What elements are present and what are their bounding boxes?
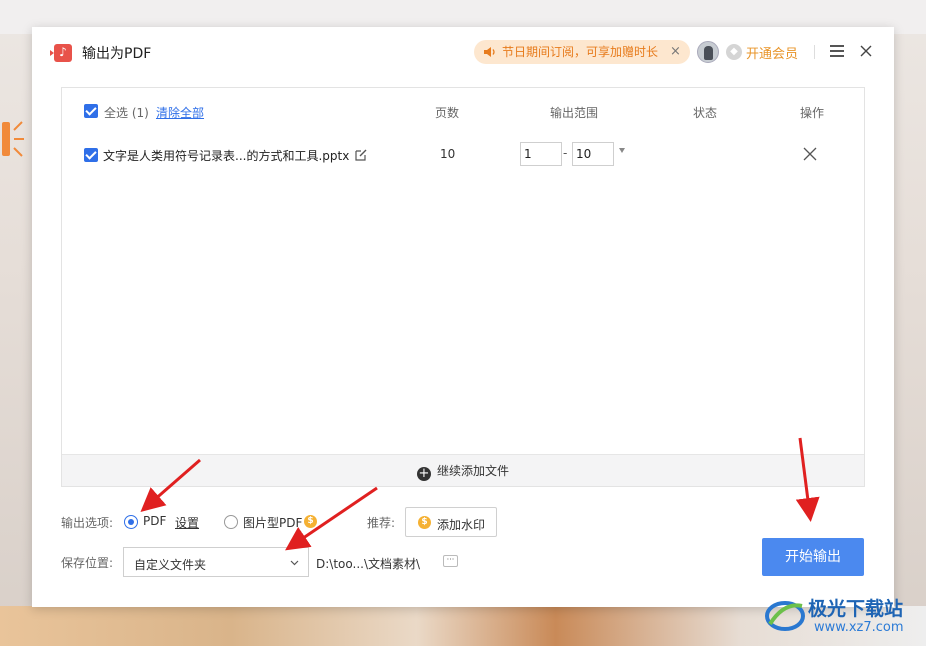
start-export-button[interactable]: 开始输出	[762, 538, 864, 576]
save-location-select[interactable]: 自定义文件夹	[123, 547, 309, 577]
title-bar: ♪ 输出为PDF 节日期间订阅，可享加赠时长 × ◆ 开通会员	[32, 27, 894, 77]
save-location-label: 保存位置:	[61, 556, 114, 570]
add-more-files-label: 继续添加文件	[436, 464, 509, 478]
select-all-label: 全选 (1)	[104, 106, 149, 120]
dialog-title: 输出为PDF	[82, 46, 152, 62]
recommend-label: 推荐:	[367, 516, 396, 530]
file-pages: 10	[440, 147, 456, 161]
save-path: D:\too...\文档素材\	[316, 557, 421, 571]
aurora-logo-icon	[765, 601, 805, 631]
column-action: 操作	[800, 106, 825, 120]
megaphone-icon	[2, 121, 24, 157]
output-options-label: 输出选项:	[61, 516, 114, 530]
image-pdf-option-label[interactable]: 图片型PDF	[243, 514, 302, 531]
promo-close-icon[interactable]: ×	[670, 40, 681, 64]
image-pdf-radio[interactable]	[224, 515, 238, 529]
file-name: 文字是人类用符号记录表...的方式和工具.pptx	[103, 149, 350, 163]
remove-file-icon[interactable]	[803, 147, 817, 161]
range-dropdown-icon[interactable]	[619, 148, 625, 153]
add-more-files-button[interactable]: + 继续添加文件	[62, 454, 864, 486]
range-dash: -	[563, 146, 568, 160]
select-all-checkbox[interactable]	[84, 104, 98, 118]
vip-diamond-icon[interactable]: ◆	[726, 44, 742, 60]
clear-all-link[interactable]: 清除全部	[156, 104, 204, 121]
file-checkbox[interactable]	[84, 148, 98, 162]
edit-icon[interactable]	[354, 148, 368, 162]
add-watermark-button[interactable]: $ 添加水印	[405, 507, 497, 537]
coin-icon: $	[304, 515, 317, 528]
watermark-name: 极光下载站	[808, 598, 904, 620]
open-vip-link[interactable]: 开通会员	[746, 43, 798, 62]
save-location-value: 自定义文件夹	[134, 558, 207, 572]
range-to-input[interactable]: 10	[572, 142, 614, 166]
export-pdf-dialog: ♪ 输出为PDF 节日期间订阅，可享加赠时长 × ◆ 开通会员 全选 (1) 清…	[32, 27, 894, 607]
file-list-header: 全选 (1) 清除全部 页数 输出范围 状态 操作	[62, 88, 864, 132]
site-watermark: 极光下载站 www.xz7.com	[760, 592, 920, 642]
column-status: 状态	[693, 106, 718, 120]
speaker-icon	[484, 47, 495, 57]
file-list-panel: 全选 (1) 清除全部 页数 输出范围 状态 操作 文字是人类用符号记录表...…	[61, 87, 865, 487]
add-watermark-label: 添加水印	[437, 518, 486, 532]
titlebar-divider	[814, 45, 815, 59]
coin-icon: $	[418, 516, 431, 529]
column-pages: 页数	[435, 106, 460, 120]
pdf-app-icon: ♪	[50, 44, 72, 62]
column-range: 输出范围	[550, 106, 599, 120]
promo-banner[interactable]: 节日期间订阅，可享加赠时长 ×	[474, 40, 690, 64]
settings-link[interactable]: 设置	[175, 514, 199, 531]
browse-folder-button[interactable]: ···	[443, 555, 458, 567]
close-icon[interactable]	[858, 43, 874, 59]
menu-icon[interactable]	[830, 45, 844, 59]
range-from-input[interactable]: 1	[520, 142, 562, 166]
file-row: 文字是人类用符号记录表...的方式和工具.pptx 10 1 - 10	[62, 138, 864, 172]
plus-circle-icon: +	[416, 466, 431, 481]
pdf-radio[interactable]	[124, 515, 138, 529]
pdf-option-label[interactable]: PDF	[143, 514, 166, 528]
avatar[interactable]	[697, 41, 719, 63]
watermark-url: www.xz7.com	[814, 620, 904, 635]
promo-text: 节日期间订阅，可享加赠时长	[502, 45, 659, 59]
chevron-down-icon	[290, 560, 299, 566]
